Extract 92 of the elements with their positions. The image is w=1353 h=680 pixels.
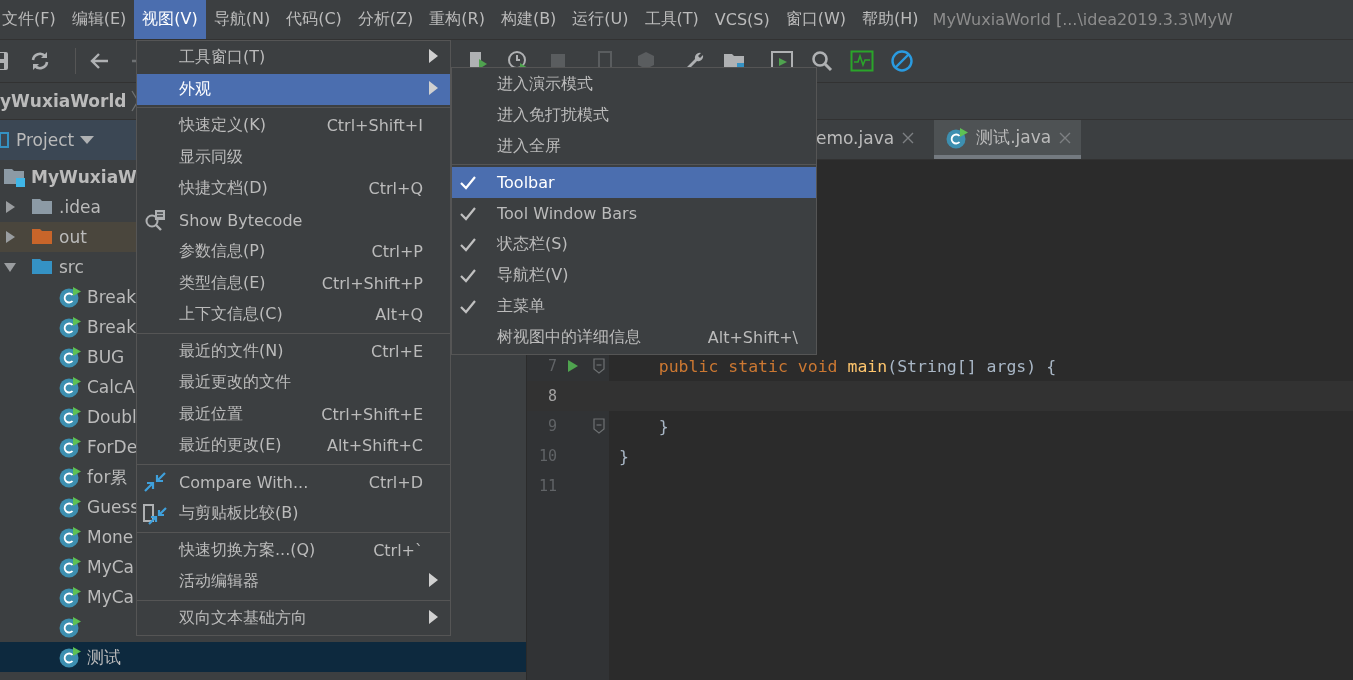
- breadcrumb[interactable]: yWuxiaWorld: [0, 91, 127, 111]
- menu-item[interactable]: Tool Window Bars: [452, 198, 816, 229]
- run-icon[interactable]: [567, 359, 579, 373]
- menu-item[interactable]: 上下文信息(C) Alt+Q: [137, 299, 450, 331]
- expand-arrow-icon[interactable]: [3, 200, 17, 214]
- menu-item[interactable]: 活动编辑器: [137, 566, 450, 598]
- menu-item[interactable]: 显示同级: [137, 141, 450, 173]
- tree-item[interactable]: .idea: [59, 197, 101, 217]
- menu-item[interactable]: 最近更改的文件: [137, 367, 450, 399]
- menu-item[interactable]: 工具(T): [636, 0, 707, 39]
- menu-item[interactable]: 与剪贴板比较(B): [137, 498, 450, 530]
- tree-item[interactable]: MyCa: [87, 587, 134, 607]
- java-class-icon: [59, 286, 81, 308]
- menu-item[interactable]: 工具窗口(T): [137, 42, 450, 74]
- menu-item[interactable]: 最近位置 Ctrl+Shift+E: [137, 398, 450, 430]
- tree-item[interactable]: Break: [87, 287, 136, 307]
- menu-item[interactable]: 进入全屏: [452, 131, 816, 162]
- menu-item[interactable]: Show Bytecode: [137, 204, 450, 236]
- tree-item[interactable]: Doubl: [87, 407, 137, 427]
- block-icon[interactable]: [890, 49, 914, 73]
- line-number: 8: [546, 387, 557, 405]
- menu-item[interactable]: 视图(V): [134, 0, 206, 39]
- menu-item[interactable]: 状态栏(S): [452, 229, 816, 260]
- menu-item[interactable]: 快速切换方案...(Q) Ctrl+`: [137, 534, 450, 566]
- clipboard-compare-icon: [143, 501, 167, 526]
- panel-title[interactable]: Project: [16, 130, 75, 150]
- menu-item[interactable]: 导航栏(V): [452, 260, 816, 291]
- java-class-icon: [59, 646, 81, 668]
- magnifier-icon: [143, 208, 167, 233]
- editor-tab[interactable]: emo.java: [816, 120, 925, 159]
- menu-item[interactable]: 树视图中的详细信息 Alt+Shift+\: [452, 322, 816, 353]
- tree-item[interactable]: BUG: [87, 347, 125, 367]
- menu-item[interactable]: 编辑(E): [63, 0, 135, 39]
- menu-item[interactable]: 最近的更改(E) Alt+Shift+C: [137, 430, 450, 462]
- menu-item[interactable]: 参数信息(P) Ctrl+P: [137, 236, 450, 268]
- java-class-icon: [59, 316, 81, 338]
- menu-item[interactable]: 进入免打扰模式: [452, 100, 816, 131]
- menu-item[interactable]: Toolbar: [452, 167, 816, 198]
- editor-tab[interactable]: 测试.java: [934, 120, 1082, 159]
- menu-item[interactable]: 文件(F): [0, 0, 64, 39]
- menu-item[interactable]: 帮助(H): [854, 0, 927, 39]
- dropdown-caret-icon[interactable]: [80, 136, 95, 144]
- fold-marker-icon[interactable]: [593, 418, 605, 434]
- menu-item[interactable]: 主菜单: [452, 291, 816, 322]
- tree-item[interactable]: Mone: [87, 527, 134, 547]
- tree-item[interactable]: 测试: [87, 645, 121, 669]
- menu-item[interactable]: 导航(N): [205, 0, 279, 39]
- tree-item[interactable]: Break: [87, 317, 136, 337]
- menu-item[interactable]: 代码(C): [278, 0, 350, 39]
- java-class-icon: [59, 526, 81, 548]
- panel-icon: [0, 131, 10, 149]
- code-line: }: [657, 416, 669, 436]
- collapse-arrow-icon[interactable]: [3, 260, 17, 274]
- menu-item[interactable]: 构建(B): [492, 0, 565, 39]
- menu-item[interactable]: 分析(Z): [349, 0, 422, 39]
- code-line: }: [619, 446, 629, 466]
- search-icon[interactable]: [810, 49, 834, 73]
- tree-item[interactable]: src: [59, 257, 84, 277]
- window-title: MyWuxiaWorld [...\idea2019.3.3\MyW: [932, 9, 1233, 31]
- tree-item[interactable]: MyWuxiaW: [31, 167, 137, 187]
- module-folder-icon: [3, 166, 25, 188]
- menu-item[interactable]: 重构(R): [421, 0, 493, 39]
- expand-arrow-icon[interactable]: [3, 230, 17, 244]
- menu-item[interactable]: 类型信息(E) Ctrl+Shift+P: [137, 267, 450, 299]
- menu-item[interactable]: 双向文本基础方向: [137, 602, 450, 634]
- java-class-icon: [59, 376, 81, 398]
- java-class-icon: [59, 346, 81, 368]
- java-class-icon: [59, 556, 81, 578]
- tree-item[interactable]: out: [59, 227, 87, 247]
- code-line: public static void main(String[] args) {: [657, 356, 1057, 376]
- close-icon[interactable]: [902, 131, 915, 144]
- fold-marker-icon[interactable]: [593, 358, 605, 374]
- menu-item[interactable]: 快捷文档(D) Ctrl+Q: [137, 173, 450, 205]
- activity-monitor-icon[interactable]: [850, 49, 874, 73]
- tree-item[interactable]: MyCa: [87, 557, 134, 577]
- menu-item[interactable]: 快速定义(K) Ctrl+Shift+I: [137, 110, 450, 142]
- tree-item[interactable]: for累: [87, 465, 128, 489]
- java-class-icon: [59, 436, 81, 458]
- tree-item[interactable]: CalcA: [87, 377, 135, 397]
- java-class-icon: [59, 406, 81, 428]
- menu-item[interactable]: VCS(S): [706, 0, 778, 39]
- menu-item[interactable]: 窗口(W): [777, 0, 855, 39]
- java-class-icon: [59, 616, 81, 638]
- java-class-icon: [59, 496, 81, 518]
- menu-item[interactable]: 进入演示模式: [452, 69, 816, 100]
- tree-item[interactable]: ForDe: [87, 437, 138, 457]
- menu-item[interactable]: 外观: [137, 73, 450, 105]
- menu-item[interactable]: 最近的文件(N) Ctrl+E: [137, 335, 450, 367]
- menu-item[interactable]: 运行(U): [564, 0, 637, 39]
- java-class-icon: [59, 466, 81, 488]
- menu-item[interactable]: Compare With... Ctrl+D: [137, 466, 450, 498]
- java-class-icon: [59, 586, 81, 608]
